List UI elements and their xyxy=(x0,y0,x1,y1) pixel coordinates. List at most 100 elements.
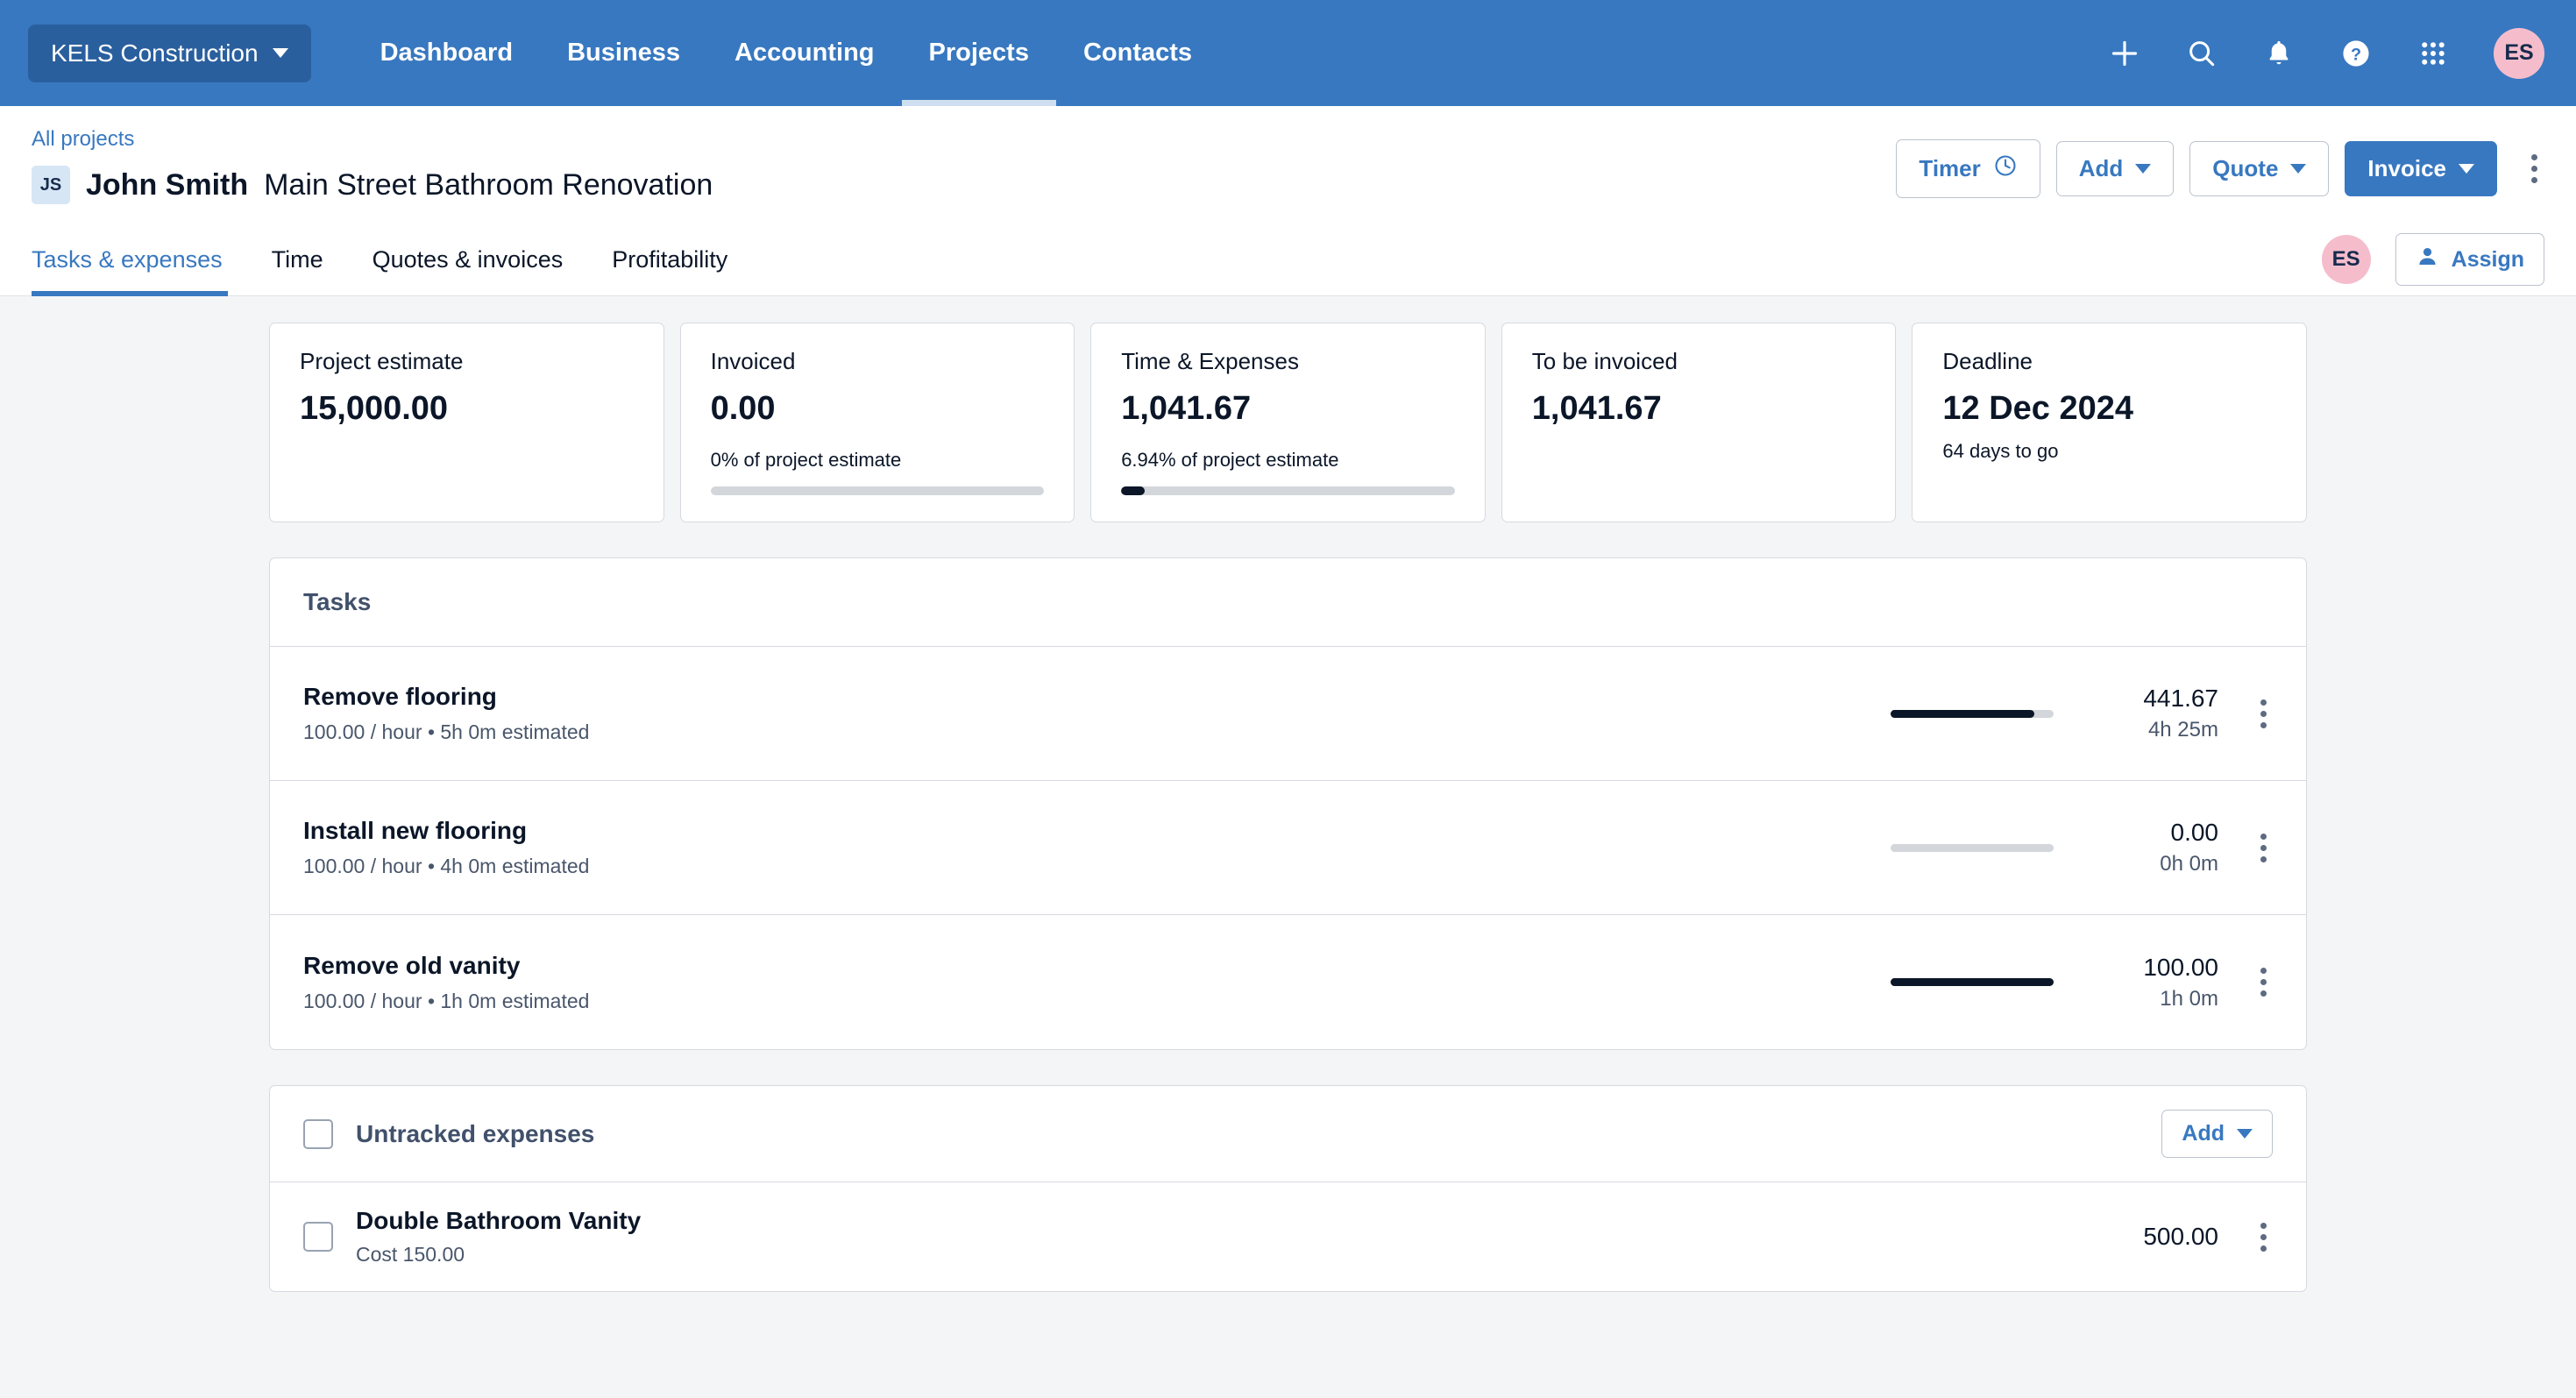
quote-button[interactable]: Quote xyxy=(2189,141,2330,196)
chevron-down-icon xyxy=(2459,164,2474,174)
row-more-options-icon[interactable] xyxy=(2253,1217,2273,1257)
card-subtext: 0% of project estimate xyxy=(710,449,902,471)
task-title: Install new flooring xyxy=(303,817,528,844)
bell-icon[interactable] xyxy=(2259,33,2299,74)
assign-button[interactable]: Assign xyxy=(2395,233,2544,286)
search-icon[interactable] xyxy=(2182,33,2222,74)
main-content: Project estimate 15,000.00 Invoiced 0.00… xyxy=(0,296,2576,1292)
client-name: John Smith xyxy=(86,167,249,202)
task-info: Install new flooring 100.00 / hour • 4h … xyxy=(303,817,589,878)
task-time: 4h 25m xyxy=(2147,718,2218,742)
table-row[interactable]: Remove old vanity 100.00 / hour • 1h 0m … xyxy=(270,915,2306,1049)
card-invoiced: Invoiced 0.00 0% of project estimate xyxy=(679,323,1075,522)
row-more-options-icon[interactable] xyxy=(2253,827,2273,868)
help-icon[interactable]: ? xyxy=(2336,33,2376,74)
card-project-estimate: Project estimate 15,000.00 xyxy=(269,323,664,522)
expense-title: Double Bathroom Vanity xyxy=(356,1207,642,1234)
untracked-expenses-panel: Untracked expenses Add Double Bathroom V… xyxy=(269,1085,2307,1292)
nav-link-dashboard[interactable]: Dashboard xyxy=(353,0,540,106)
task-right: 0.00 0h 0m xyxy=(1891,819,2273,876)
task-amount: 0.00 xyxy=(2170,819,2219,846)
quote-button-label: Quote xyxy=(2212,155,2279,181)
expense-info: Double Bathroom Vanity Cost 150.00 xyxy=(356,1207,641,1267)
card-label: To be invoiced xyxy=(1531,348,1678,374)
org-switcher-button[interactable]: KELS Construction xyxy=(28,24,311,82)
summary-cards-row: Project estimate 15,000.00 Invoiced 0.00… xyxy=(0,323,2576,522)
card-progress-bar xyxy=(710,486,1045,495)
add-button-label: Add xyxy=(2078,155,2124,181)
add-button[interactable]: Add xyxy=(2055,141,2175,196)
card-subtext: 64 days to go xyxy=(1942,440,2059,462)
select-all-expenses-checkbox[interactable] xyxy=(303,1118,333,1149)
card-value: 1,041.67 xyxy=(1531,390,1662,427)
page-title: Main Street Bathroom Renovation xyxy=(264,167,713,202)
plus-icon[interactable] xyxy=(2104,33,2145,74)
task-progress-fill xyxy=(1891,978,2054,986)
card-progress-bar xyxy=(1121,486,1455,495)
nav-link-projects[interactable]: Projects xyxy=(901,0,1057,106)
user-avatar[interactable]: ES xyxy=(2494,27,2544,79)
task-meta: 100.00 / hour • 4h 0m estimated xyxy=(303,855,590,877)
client-initials-badge: JS xyxy=(32,166,70,204)
nav-actions: ? ES xyxy=(2104,27,2544,79)
untracked-expenses-header: Untracked expenses Add xyxy=(270,1086,2306,1182)
task-amount: 441.67 xyxy=(2143,685,2218,712)
table-row[interactable]: Install new flooring 100.00 / hour • 4h … xyxy=(270,781,2306,915)
assigned-user-avatar[interactable]: ES xyxy=(2321,235,2371,284)
card-time-expenses: Time & Expenses 1,041.67 6.94% of projec… xyxy=(1090,323,1486,522)
add-expense-button-label: Add xyxy=(2182,1121,2225,1146)
org-switcher-label: KELS Construction xyxy=(51,39,259,67)
expense-row-checkbox[interactable] xyxy=(303,1222,333,1252)
tab-quotes-invoices[interactable]: Quotes & invoices xyxy=(348,224,588,296)
breadcrumb-all-projects[interactable]: All projects xyxy=(32,127,713,152)
task-progress-bar xyxy=(1891,843,2054,852)
more-options-icon[interactable] xyxy=(2523,146,2544,192)
tasks-panel-title: Tasks xyxy=(270,558,2306,647)
timer-button-label: Timer xyxy=(1919,155,1981,181)
task-amounts: 0.00 0h 0m xyxy=(2089,819,2218,876)
chevron-down-icon xyxy=(2237,1129,2253,1139)
tab-profitability[interactable]: Profitability xyxy=(587,224,752,296)
expense-right: 500.00 xyxy=(2143,1217,2273,1257)
apps-grid-icon[interactable] xyxy=(2413,33,2453,74)
task-amounts: 100.00 1h 0m xyxy=(2089,954,2218,1011)
task-info: Remove old vanity 100.00 / hour • 1h 0m … xyxy=(303,952,589,1013)
task-title: Remove old vanity xyxy=(303,951,521,979)
row-more-options-icon[interactable] xyxy=(2253,693,2273,734)
project-header-actions: Timer Add Quote Invoice xyxy=(1896,127,2544,198)
chevron-down-icon xyxy=(2135,164,2152,174)
nav-link-accounting[interactable]: Accounting xyxy=(707,0,902,106)
project-title-row: JS John Smith Main Street Bathroom Renov… xyxy=(32,166,713,204)
untracked-expenses-title: Untracked expenses xyxy=(356,1119,595,1147)
top-navigation-bar: KELS Construction Dashboard Business Acc… xyxy=(0,0,2576,106)
expense-cost: Cost 150.00 xyxy=(356,1243,465,1266)
task-meta: 100.00 / hour • 5h 0m estimated xyxy=(303,720,590,743)
card-deadline: Deadline 12 Dec 2024 64 days to go xyxy=(1912,323,2307,522)
tab-time[interactable]: Time xyxy=(247,224,348,296)
nav-link-business[interactable]: Business xyxy=(540,0,707,106)
card-value: 1,041.67 xyxy=(1121,390,1252,427)
timer-button[interactable]: Timer xyxy=(1896,139,2040,198)
list-item[interactable]: Double Bathroom Vanity Cost 150.00 500.0… xyxy=(270,1182,2306,1291)
person-icon xyxy=(2416,245,2439,274)
project-header: All projects JS John Smith Main Street B… xyxy=(0,106,2576,224)
chevron-down-icon xyxy=(2290,164,2307,174)
card-label: Deadline xyxy=(1942,348,2033,374)
tasks-panel: Tasks Remove flooring 100.00 / hour • 5h… xyxy=(269,557,2307,1050)
expenses-header-actions: Add xyxy=(2161,1110,2273,1158)
card-to-be-invoiced: To be invoiced 1,041.67 xyxy=(1501,323,1897,522)
nav-link-contacts[interactable]: Contacts xyxy=(1056,0,1219,106)
task-right: 441.67 4h 25m xyxy=(1891,685,2273,742)
task-time: 1h 0m xyxy=(2160,986,2218,1011)
row-more-options-icon[interactable] xyxy=(2253,962,2273,1003)
add-expense-button[interactable]: Add xyxy=(2161,1110,2273,1158)
table-row[interactable]: Remove flooring 100.00 / hour • 5h 0m es… xyxy=(270,647,2306,781)
card-value: 12 Dec 2024 xyxy=(1942,390,2134,427)
task-amounts: 441.67 4h 25m xyxy=(2089,685,2218,742)
task-right: 100.00 1h 0m xyxy=(1891,954,2273,1011)
project-header-left: All projects JS John Smith Main Street B… xyxy=(32,127,713,204)
invoice-button[interactable]: Invoice xyxy=(2345,141,2497,196)
assign-button-label: Assign xyxy=(2451,246,2524,272)
task-progress-bar xyxy=(1891,978,2054,986)
tab-tasks-expenses[interactable]: Tasks & expenses xyxy=(32,224,247,296)
